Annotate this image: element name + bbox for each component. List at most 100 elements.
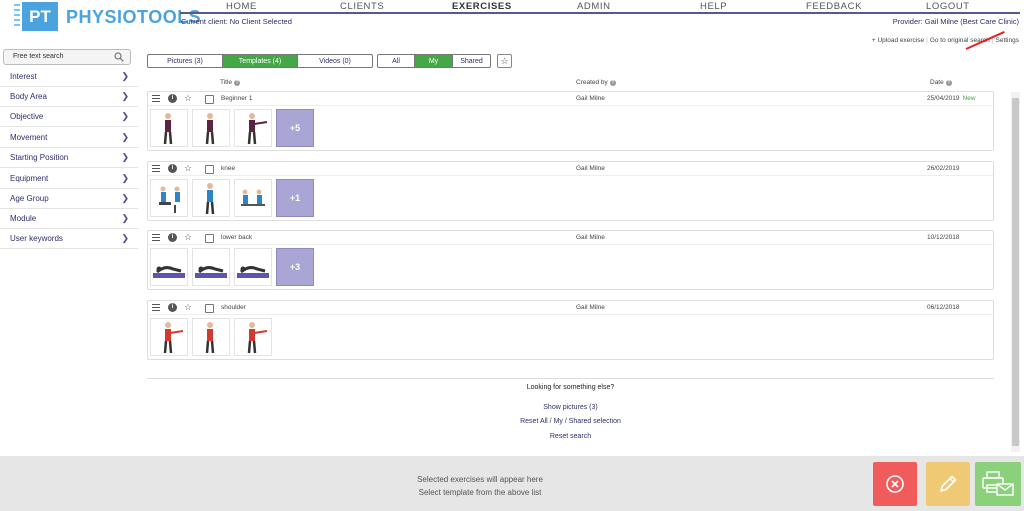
nav-help[interactable]: HELP bbox=[700, 1, 727, 12]
template-card[interactable]: i ☆ knee Gail Milne 26/02/2019 +1 bbox=[147, 161, 994, 221]
sidebar-item-user-keywords[interactable]: User keywords ❯ bbox=[0, 229, 138, 249]
nav-feedback[interactable]: FEEDBACK bbox=[806, 1, 862, 12]
provider-label: Provider: Gail Milne (Best Care Clinic) bbox=[892, 17, 1019, 26]
reset-search-link[interactable]: Reset search bbox=[147, 433, 994, 440]
menu-icon[interactable] bbox=[152, 304, 160, 311]
search-icon[interactable] bbox=[114, 52, 124, 62]
exercise-thumbnail[interactable] bbox=[150, 109, 188, 147]
info-icon[interactable]: i bbox=[168, 94, 177, 103]
clear-selection-button[interactable] bbox=[873, 462, 917, 506]
sidebar-item-label: User keywords bbox=[10, 234, 63, 243]
logo-mark[interactable]: PT bbox=[22, 2, 58, 31]
tab-all[interactable]: All bbox=[378, 55, 415, 67]
sidebar-item-objective[interactable]: Objective ❯ bbox=[0, 107, 138, 127]
template-date-value: 06/12/2018 bbox=[927, 304, 960, 311]
exercise-thumbnail[interactable] bbox=[234, 179, 272, 217]
more-exercises-button[interactable]: +1 bbox=[276, 179, 314, 217]
exercise-thumbnail[interactable] bbox=[150, 179, 188, 217]
template-date: 06/12/2018 bbox=[927, 304, 963, 311]
sidebar-item-age-group[interactable]: Age Group ❯ bbox=[0, 189, 138, 209]
sidebar-item-label: Objective bbox=[10, 112, 44, 121]
template-author: Gail Milne bbox=[576, 304, 605, 311]
nav-logout[interactable]: LOGOUT bbox=[926, 1, 970, 12]
nav-exercises[interactable]: EXERCISES bbox=[452, 1, 512, 12]
template-card-header: i ☆ shoulder Gail Milne 06/12/2018 bbox=[148, 301, 993, 315]
nav-clients[interactable]: CLIENTS bbox=[340, 1, 384, 12]
exercise-thumbnail[interactable] bbox=[234, 109, 272, 147]
template-checkbox[interactable] bbox=[205, 95, 214, 104]
exercise-thumbnail[interactable] bbox=[192, 318, 230, 356]
sidebar-item-label: Body Area bbox=[10, 92, 47, 101]
sidebar-item-body-area[interactable]: Body Area ❯ bbox=[0, 87, 138, 107]
close-icon bbox=[886, 475, 904, 493]
scrollbar-thumb[interactable] bbox=[1012, 98, 1019, 446]
tab-shared[interactable]: Shared bbox=[453, 55, 490, 67]
template-title[interactable]: lower back bbox=[221, 234, 252, 241]
footer-line-1: Selected exercises will appear here bbox=[417, 475, 543, 484]
upload-exercise-link[interactable]: + Upload exercise bbox=[872, 37, 924, 44]
column-created-by[interactable]: Created by? bbox=[576, 79, 616, 86]
template-checkbox[interactable] bbox=[205, 165, 214, 174]
exercise-thumbnail[interactable] bbox=[192, 109, 230, 147]
exercise-thumbnail[interactable] bbox=[234, 318, 272, 356]
exercise-thumbnail[interactable] bbox=[150, 248, 188, 286]
sidebar-item-label: Age Group bbox=[10, 194, 49, 203]
template-checkbox[interactable] bbox=[205, 304, 214, 313]
star-icon[interactable]: ☆ bbox=[184, 93, 192, 104]
menu-icon[interactable] bbox=[152, 165, 160, 172]
sidebar-item-module[interactable]: Module ❯ bbox=[0, 209, 138, 229]
template-card[interactable]: i ☆ Beginner 1 Gail Milne 25/04/2019 New +5 bbox=[147, 91, 994, 151]
column-title[interactable]: Title? bbox=[220, 79, 241, 86]
info-icon[interactable]: i bbox=[168, 164, 177, 173]
new-badge: New bbox=[962, 95, 976, 102]
info-icon: ? bbox=[945, 80, 952, 86]
tab-my[interactable]: My bbox=[415, 55, 453, 67]
filter-sidebar: Free text search Interest ❯ Body Area ❯ Ob… bbox=[0, 44, 140, 254]
template-title[interactable]: Beginner 1 bbox=[221, 95, 252, 102]
print-email-button[interactable] bbox=[975, 462, 1021, 506]
info-icon[interactable]: i bbox=[168, 233, 177, 242]
menu-icon[interactable] bbox=[152, 234, 160, 241]
template-card[interactable]: i ☆ lower back Gail Milne 10/12/2018 +3 bbox=[147, 230, 994, 290]
chevron-right-icon: ❯ bbox=[121, 152, 129, 162]
star-icon: ☆ bbox=[500, 55, 509, 66]
exercise-thumbnail[interactable] bbox=[192, 248, 230, 286]
info-icon[interactable]: i bbox=[168, 303, 177, 312]
sidebar-item-starting-position[interactable]: Starting Position ❯ bbox=[0, 148, 138, 168]
sidebar-item-movement[interactable]: Movement ❯ bbox=[0, 128, 138, 148]
sidebar-item-interest[interactable]: Interest ❯ bbox=[0, 67, 138, 87]
more-exercises-button[interactable]: +3 bbox=[276, 248, 314, 286]
template-checkbox[interactable] bbox=[205, 234, 214, 243]
star-icon[interactable]: ☆ bbox=[184, 232, 192, 243]
template-title[interactable]: shoulder bbox=[221, 304, 246, 311]
sidebar-item-label: Interest bbox=[10, 72, 37, 81]
tab-pictures[interactable]: Pictures (3) bbox=[148, 55, 223, 67]
chevron-right-icon: ❯ bbox=[121, 173, 129, 183]
search-input[interactable]: Free text search bbox=[3, 49, 131, 65]
nav-admin[interactable]: ADMIN bbox=[577, 1, 611, 12]
template-card[interactable]: i ☆ shoulder Gail Milne 06/12/2018 bbox=[147, 300, 994, 360]
show-pictures-link[interactable]: Show pictures (3) bbox=[147, 404, 994, 411]
exercise-thumbnail[interactable] bbox=[192, 179, 230, 217]
more-exercises-button[interactable]: +5 bbox=[276, 109, 314, 147]
star-icon[interactable]: ☆ bbox=[184, 163, 192, 174]
column-date[interactable]: Date? bbox=[930, 79, 952, 86]
tab-templates[interactable]: Templates (4) bbox=[223, 55, 298, 67]
column-date-label: Date bbox=[930, 79, 944, 86]
exercise-thumbnail[interactable] bbox=[150, 318, 188, 356]
star-icon[interactable]: ☆ bbox=[184, 302, 192, 313]
sidebar-item-equipment[interactable]: Equipment ❯ bbox=[0, 169, 138, 189]
current-client: Current client: No Client Selected bbox=[181, 17, 292, 26]
column-title-label: Title bbox=[220, 79, 233, 86]
settings-link[interactable]: Settings bbox=[996, 37, 1020, 44]
edit-button[interactable] bbox=[926, 462, 970, 506]
nav-home[interactable]: HOME bbox=[226, 1, 257, 12]
template-title[interactable]: knee bbox=[221, 165, 235, 172]
alt-search-panel: Looking for something else? Show picture… bbox=[147, 378, 994, 440]
selection-footer: Selected exercises will appear here Sele… bbox=[0, 456, 1024, 511]
reset-selection-link[interactable]: Reset All / My / Shared selection bbox=[147, 418, 994, 425]
exercise-thumbnail[interactable] bbox=[234, 248, 272, 286]
tab-videos[interactable]: Videos (0) bbox=[298, 55, 372, 67]
menu-icon[interactable] bbox=[152, 95, 160, 102]
favorites-star-button[interactable]: ☆ bbox=[497, 54, 512, 68]
